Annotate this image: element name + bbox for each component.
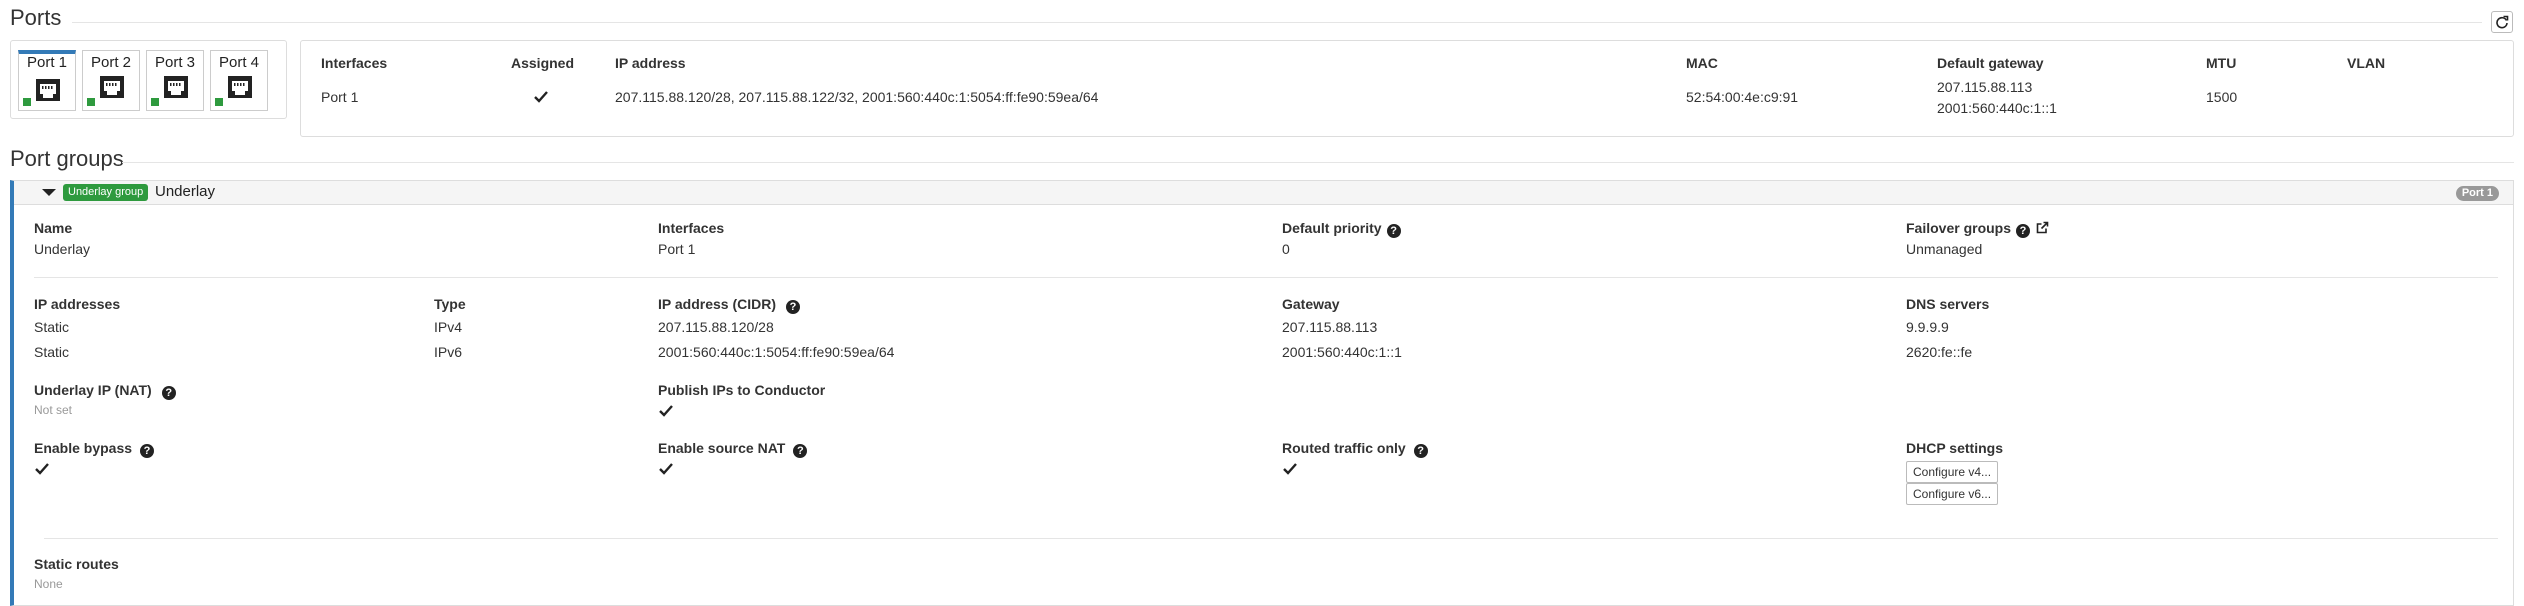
question-circle-icon[interactable]: ? [140, 444, 155, 458]
port-tile-3[interactable]: Port 3 [146, 50, 204, 111]
ip-row-1-dns: 9.9.9.9 [1906, 319, 1949, 335]
group-type-badge: Underlay group [63, 184, 149, 201]
ip-row-1-type: IPv4 [434, 319, 463, 335]
ethernet-port-icon [164, 76, 188, 98]
port-groups-section-title: Port groups [10, 146, 124, 171]
default-priority-value: 0 [1282, 241, 1290, 257]
column-header-assigned: Assigned [511, 55, 575, 71]
dhcp-settings-label: DHCP settings [1906, 440, 2003, 456]
ip-row-1-mode: Static [34, 319, 70, 335]
caret-down-icon[interactable] [42, 189, 56, 196]
default-priority-label-group: Default priority? [1282, 220, 1401, 238]
cidr-header-group: IP address (CIDR)? [658, 296, 800, 314]
configure-v4-button[interactable]: Configure v4... [1906, 461, 1999, 483]
port-selector: Port 1 Port 2 Port 3 Port 4 [10, 40, 287, 119]
enable-bypass-label: Enable bypass [34, 440, 133, 456]
type-header: Type [434, 296, 466, 312]
enable-source-nat-label-group: Enable source NAT? [658, 440, 808, 458]
ethernet-port-icon [36, 79, 60, 101]
check-icon [659, 405, 673, 417]
question-circle-icon[interactable]: ? [786, 300, 800, 314]
port-link-status-led [87, 98, 95, 106]
enable-source-nat-label: Enable source NAT [658, 440, 786, 456]
row-mac-value: 52:54:00:4e:c9:91 [1686, 89, 1799, 105]
row-default-gateway-v4: 207.115.88.113 [1937, 79, 2033, 95]
port-group-header[interactable]: Underlay group Underlay Port 1 [14, 181, 2513, 205]
check-icon [534, 91, 548, 103]
check-icon [1283, 463, 1297, 475]
port-tile-4[interactable]: Port 4 [210, 50, 268, 111]
failover-groups-value: Unmanaged [1906, 241, 1983, 257]
port-link-status-led [151, 98, 159, 106]
port-tile-1[interactable]: Port 1 [18, 50, 76, 111]
ip-row-2-mode: Static [34, 344, 70, 360]
ip-row-1-gateway: 207.115.88.113 [1282, 319, 1378, 335]
underlay-ip-label-group: Underlay IP (NAT)? [34, 382, 176, 400]
column-header-ip-address: IP address [615, 55, 686, 71]
static-routes-label: Static routes [34, 556, 119, 572]
row-interfaces-value: Port 1 [321, 89, 359, 105]
interfaces-table: Interfaces Assigned IP address MAC Defau… [300, 40, 2514, 137]
question-circle-icon[interactable]: ? [1413, 444, 1428, 458]
configure-v6-button[interactable]: Configure v6... [1906, 483, 1999, 505]
underlay-ip-label: Underlay IP (NAT) [34, 382, 152, 398]
dns-servers-header: DNS servers [1906, 296, 1990, 312]
failover-groups-label-group: Failover groups? [1906, 220, 2049, 238]
divider [34, 277, 2498, 278]
static-routes-value: None [34, 577, 63, 591]
enable-bypass-label-group: Enable bypass? [34, 440, 155, 458]
ports-section-title: Ports [10, 5, 62, 30]
publish-ips-label: Publish IPs to Conductor [658, 382, 826, 398]
ip-row-2-gateway: 2001:560:440c:1::1 [1282, 344, 1402, 360]
interfaces-value: Port 1 [658, 241, 696, 257]
port-link-status-led [23, 98, 31, 106]
port-tile-label: Port 2 [90, 54, 132, 71]
ethernet-port-icon [100, 76, 124, 98]
refresh-icon [2496, 15, 2509, 29]
external-link-icon[interactable] [2036, 221, 2049, 234]
ip-row-2-type: IPv6 [434, 344, 463, 360]
name-label: Name [34, 220, 73, 236]
question-circle-icon[interactable]: ? [161, 386, 176, 400]
column-header-default-gateway: Default gateway [1937, 55, 2044, 71]
routed-traffic-only-label: Routed traffic only [1282, 440, 1406, 456]
ports-section-divider [72, 22, 2482, 23]
routed-traffic-only-label-group: Routed traffic only? [1282, 440, 1428, 458]
name-value: Underlay [34, 241, 91, 257]
port-tile-label: Port 3 [154, 54, 196, 71]
divider [44, 538, 2498, 539]
refresh-button[interactable] [2491, 11, 2513, 33]
question-circle-icon[interactable]: ? [1386, 224, 1401, 238]
failover-groups-label: Failover groups [1906, 220, 2012, 236]
ip-row-1-cidr: 207.115.88.120/28 [658, 319, 774, 335]
port-tile-2[interactable]: Port 2 [82, 50, 140, 111]
column-header-vlan: VLAN [2347, 55, 2386, 71]
group-port-badge: Port 1 [2455, 186, 2499, 201]
port-tile-label: Port 4 [218, 54, 260, 71]
ip-row-2-cidr: 2001:560:440c:1:5054:ff:fe90:59ea/64 [658, 344, 895, 360]
check-icon [35, 463, 49, 475]
question-circle-icon[interactable]: ? [793, 444, 808, 458]
port-tile-label: Port 1 [26, 54, 68, 71]
group-header-name: Underlay [155, 183, 216, 200]
ip-row-2-dns: 2620:fe::fe [1906, 344, 1973, 360]
port-link-status-led [215, 98, 223, 106]
gateway-header: Gateway [1282, 296, 1340, 312]
question-circle-icon[interactable]: ? [2016, 224, 2031, 238]
interfaces-label: Interfaces [658, 220, 725, 236]
column-header-mtu: MTU [2206, 55, 2237, 71]
port-group-panel: Underlay group Underlay Port 1 Name Unde… [10, 180, 2514, 606]
cidr-header: IP address (CIDR) [658, 296, 776, 312]
row-default-gateway-v6: 2001:560:440c:1::1 [1937, 100, 2057, 116]
row-mtu-value: 1500 [2206, 89, 2238, 105]
ethernet-port-icon [228, 76, 252, 98]
column-header-mac: MAC [1686, 55, 1718, 71]
default-priority-label: Default priority [1282, 220, 1382, 236]
check-icon [659, 463, 673, 475]
port-groups-section-divider [122, 162, 2514, 163]
underlay-ip-value: Not set [34, 403, 73, 417]
ip-addresses-header: IP addresses [34, 296, 121, 312]
row-ip-address-value: 207.115.88.120/28, 207.115.88.122/32, 20… [615, 89, 1099, 105]
column-header-interfaces: Interfaces [321, 55, 388, 71]
